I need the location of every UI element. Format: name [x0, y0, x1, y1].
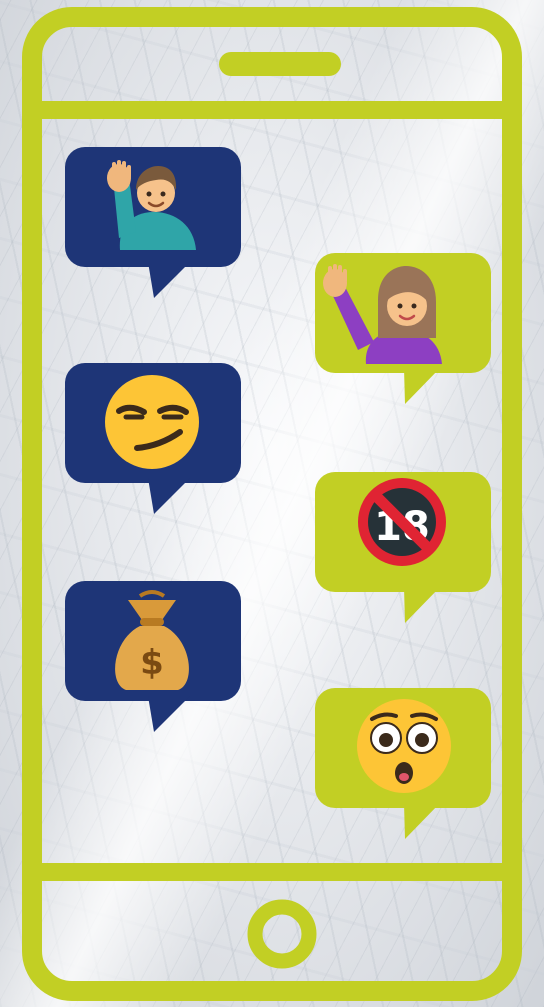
- money-symbol: $: [140, 643, 164, 683]
- smirking-face-icon: [105, 375, 199, 469]
- flushed-face-icon: [357, 699, 451, 793]
- chat-bubble-3: [65, 363, 241, 514]
- phone-illustration: 18 $: [22, 7, 522, 1001]
- chat-bubble-6: [315, 688, 491, 839]
- speaker-icon: [219, 52, 341, 76]
- chat-bubble-5: $: [65, 581, 241, 732]
- chat-bubble-2: [315, 253, 491, 404]
- home-button-icon: [247, 899, 317, 969]
- chat-bubble-1: [65, 147, 241, 298]
- chat-bubble-4: 18: [315, 472, 491, 623]
- no-one-under-eighteen-icon: 18: [358, 478, 446, 566]
